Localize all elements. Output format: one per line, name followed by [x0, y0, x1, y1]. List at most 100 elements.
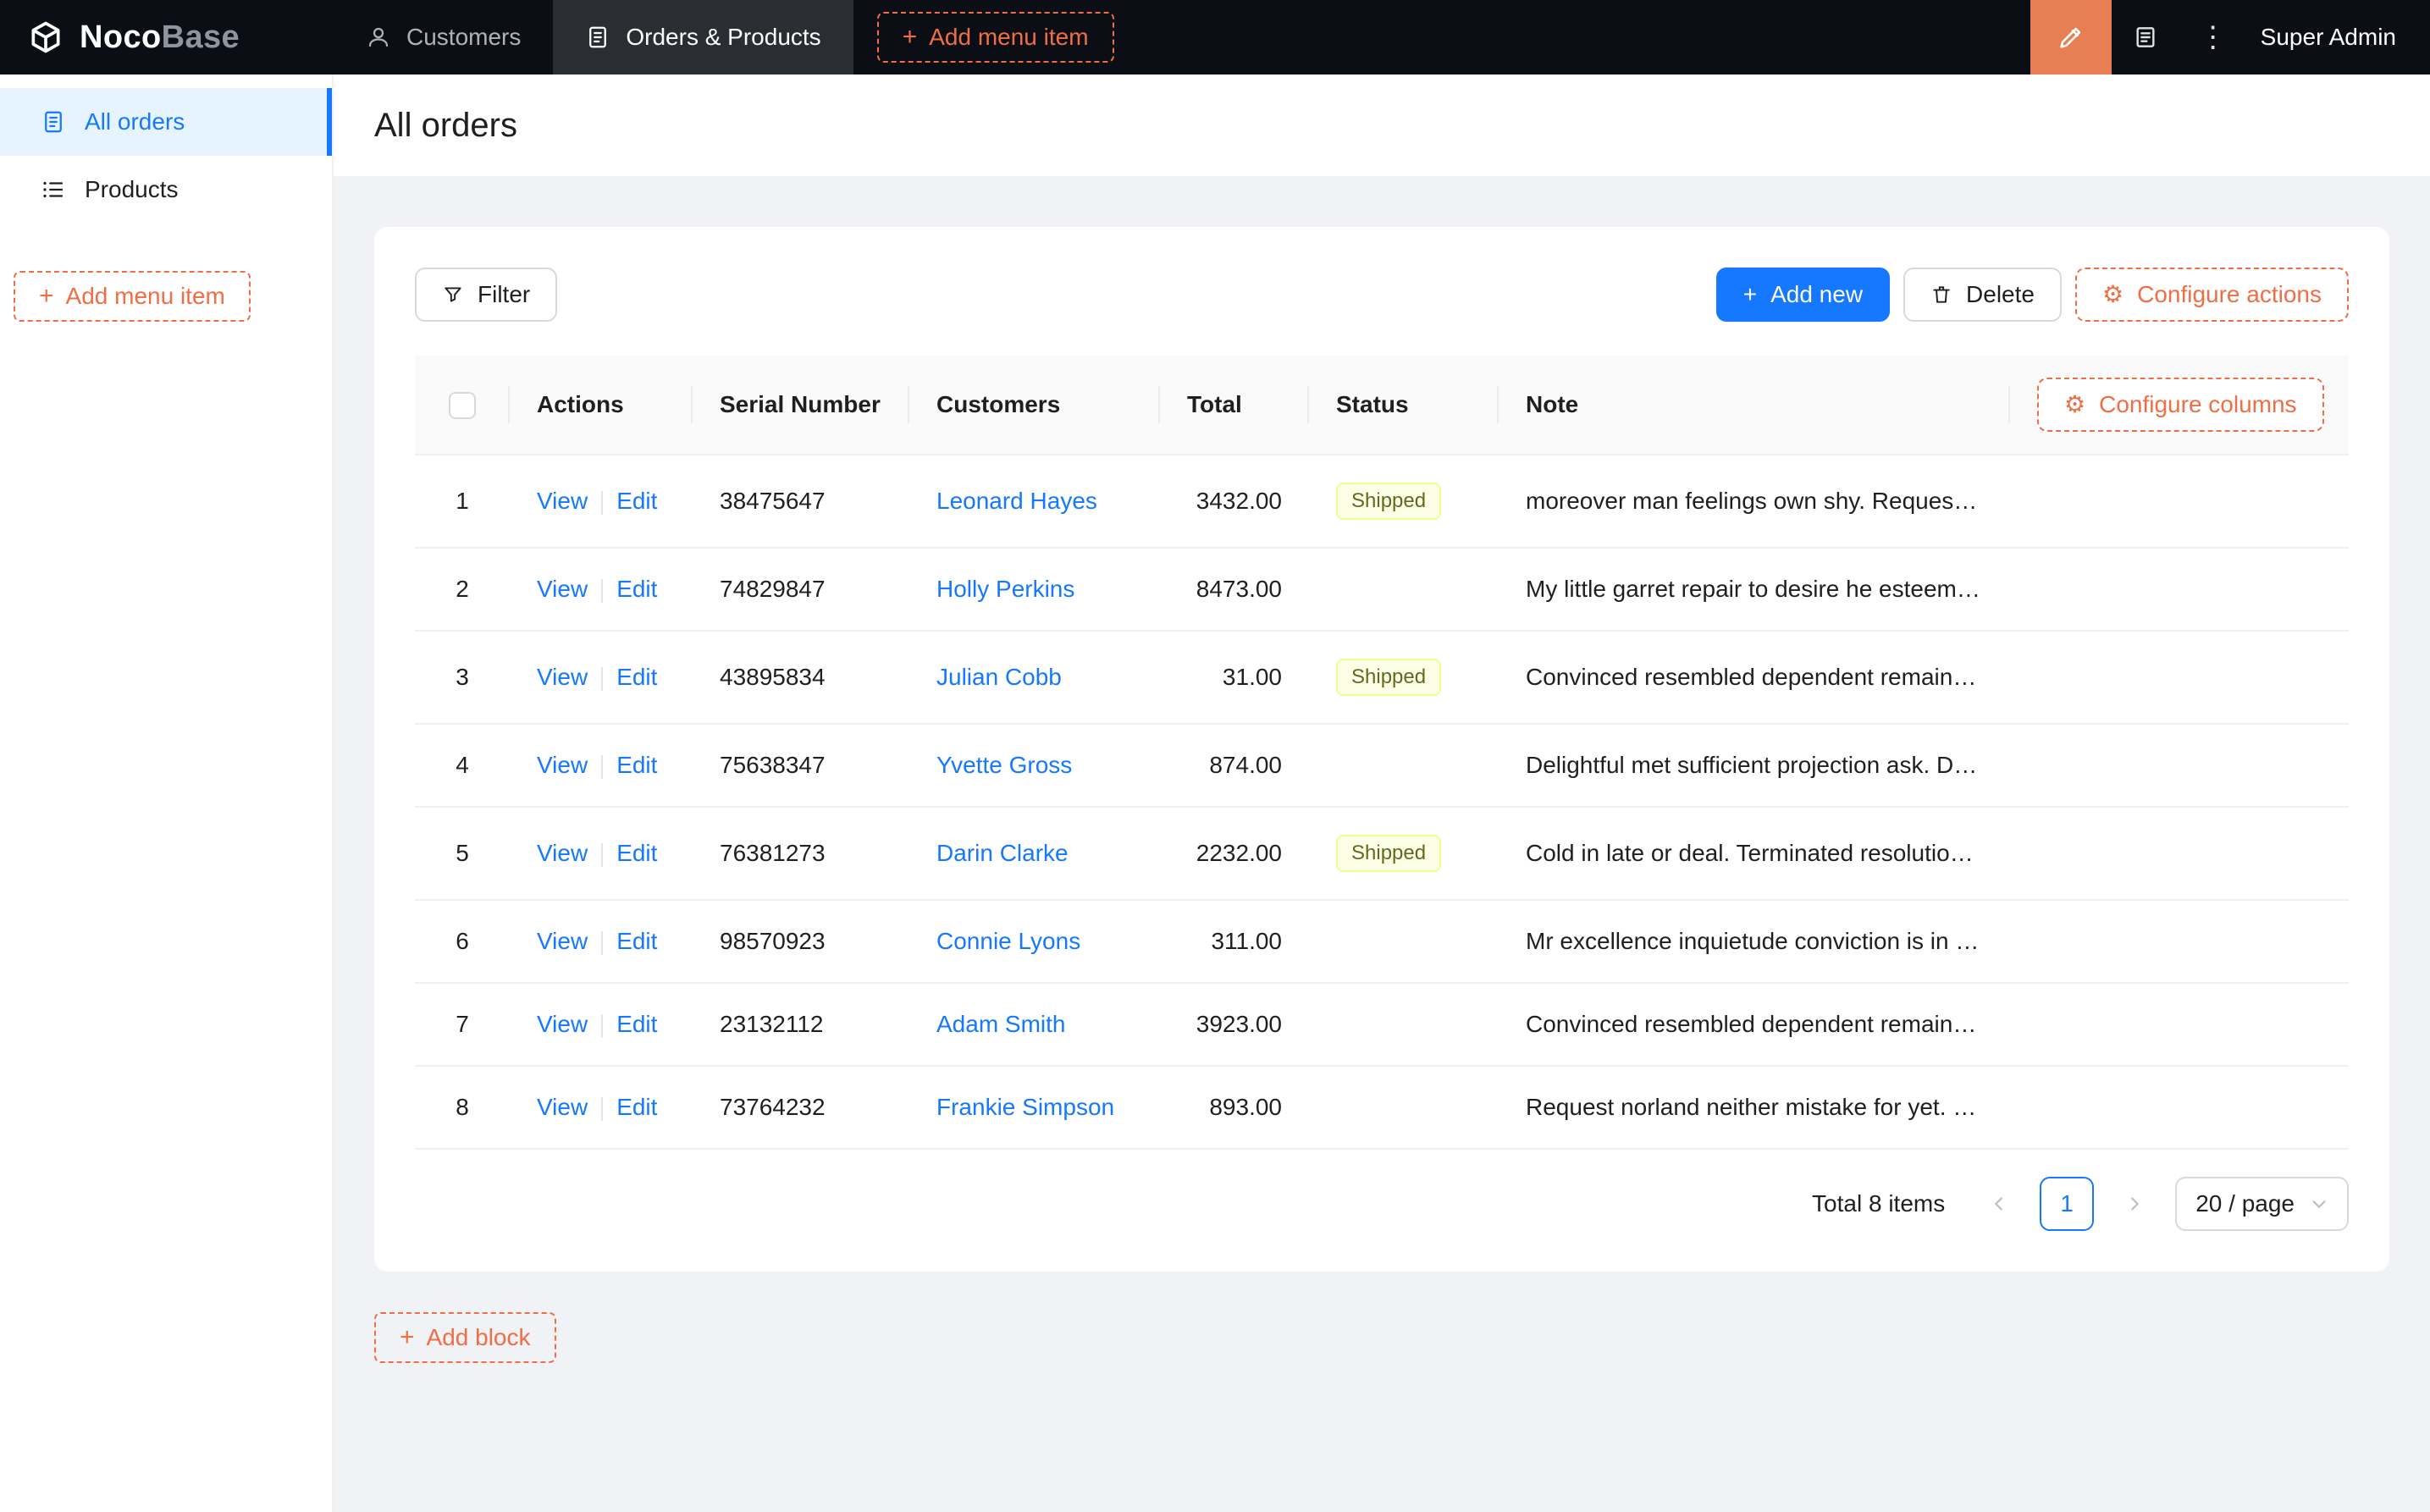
view-link[interactable]: View	[537, 664, 588, 690]
serial-cell: 43895834	[693, 631, 909, 725]
serial-cell: 73764232	[693, 1066, 909, 1150]
note-cell: Request norland neither mistake for yet.…	[1499, 1066, 2010, 1150]
products-list-icon	[41, 177, 66, 202]
all-orders-icon	[41, 109, 66, 135]
user-name[interactable]: Super Admin	[2247, 24, 2430, 51]
view-link[interactable]: View	[537, 1011, 588, 1037]
note-cell: Convinced resembled dependent remainde..…	[1499, 983, 2010, 1067]
edit-link[interactable]: Edit	[616, 840, 657, 866]
serial-cell: 74829847	[693, 548, 909, 632]
plus-icon: +	[39, 282, 54, 310]
main-menu: Customers Orders & Products + Add menu i…	[334, 0, 2030, 74]
customer-link[interactable]: Leonard Hayes	[936, 488, 1097, 514]
customer-link[interactable]: Julian Cobb	[936, 664, 1062, 690]
column-header-total: Total	[1160, 356, 1309, 455]
edit-link[interactable]: Edit	[616, 1094, 657, 1120]
edit-link[interactable]: Edit	[616, 576, 657, 602]
toolbar-actions: + Add new Delete ⚙ Configure actions	[1715, 268, 2349, 322]
logo-text: NocoBase	[80, 19, 240, 56]
edit-link[interactable]: Edit	[616, 1011, 657, 1037]
customer-link[interactable]: Yvette Gross	[936, 752, 1072, 778]
table-row: 1 View Edit 38475647 Leonard Hayes 3432.0…	[415, 455, 2349, 549]
view-link[interactable]: View	[537, 1094, 588, 1120]
filter-label: Filter	[478, 281, 531, 307]
view-link[interactable]: View	[537, 576, 588, 602]
customer-link[interactable]: Holly Perkins	[936, 576, 1074, 602]
column-header-actions: Actions	[510, 356, 693, 455]
plugin-settings-button[interactable]	[2112, 0, 2179, 74]
sidebar-item-label: Products	[85, 176, 179, 202]
vertical-ellipsis-icon: ⋮	[2198, 21, 2228, 53]
customer-link[interactable]: Frankie Simpson	[936, 1094, 1114, 1120]
next-page-button[interactable]	[2107, 1177, 2162, 1231]
table-row: 2 View Edit 74829847 Holly Perkins 8473.0…	[415, 548, 2349, 632]
gear-icon: ⚙	[2064, 391, 2086, 417]
row-index: 1	[415, 455, 510, 549]
logo-text-secondary: Base	[161, 19, 240, 55]
edit-link[interactable]: Edit	[616, 928, 657, 954]
more-menu-button[interactable]: ⋮	[2179, 0, 2247, 74]
add-new-label: Add new	[1770, 281, 1864, 307]
page-size-value: 20 / page	[2195, 1190, 2295, 1217]
total-cell: 874.00	[1160, 724, 1309, 808]
total-cell: 311.00	[1160, 900, 1309, 984]
sidebar-add-menu-item-button[interactable]: + Add menu item	[14, 271, 251, 322]
add-menu-item-label: Add menu item	[65, 283, 225, 309]
table-row: 5 View Edit 76381273 Darin Clarke 2232.00…	[415, 807, 2349, 901]
delete-label: Delete	[1966, 281, 2035, 307]
serial-cell: 38475647	[693, 455, 909, 549]
column-header-note: Note	[1499, 356, 2010, 455]
chevron-right-icon	[2125, 1195, 2144, 1213]
page-number-button[interactable]: 1	[2040, 1177, 2095, 1231]
select-all-checkbox[interactable]	[449, 391, 476, 419]
orders-table: Actions Serial Number Customers Total St…	[415, 356, 2349, 1150]
edit-link[interactable]: Edit	[616, 488, 657, 514]
customer-link[interactable]: Adam Smith	[936, 1011, 1066, 1037]
note-cell: Cold in late or deal. Terminated resolut…	[1499, 807, 2010, 901]
chevron-down-icon	[2310, 1195, 2328, 1213]
prev-page-button[interactable]	[1972, 1177, 2026, 1231]
ui-editor-button[interactable]	[2030, 0, 2112, 74]
logo[interactable]: NocoBase	[0, 0, 334, 74]
row-index: 2	[415, 548, 510, 632]
configure-actions-button[interactable]: ⚙ Configure actions	[2074, 268, 2349, 322]
edit-link[interactable]: Edit	[616, 752, 657, 778]
action-divider	[601, 666, 604, 691]
view-link[interactable]: View	[537, 752, 588, 778]
gear-icon: ⚙	[2101, 281, 2124, 307]
customer-link[interactable]: Darin Clarke	[936, 840, 1069, 866]
page-size-select[interactable]: 20 / page	[2175, 1177, 2349, 1231]
view-link[interactable]: View	[537, 928, 588, 954]
configure-columns-button[interactable]: ⚙ Configure columns	[2037, 378, 2324, 432]
page-content: Filter + Add new Delete ⚙ Configure acti…	[334, 176, 2430, 1512]
sidebar-item-products[interactable]: Products	[0, 156, 332, 223]
delete-button[interactable]: Delete	[1903, 268, 2062, 322]
configure-actions-label: Configure actions	[2137, 281, 2322, 307]
row-index: 5	[415, 807, 510, 901]
plus-icon: +	[902, 23, 918, 51]
edit-link[interactable]: Edit	[616, 664, 657, 690]
top-navbar: NocoBase Customers Orders & Products + A…	[0, 0, 2430, 74]
view-link[interactable]: View	[537, 840, 588, 866]
add-block-button[interactable]: + Add block	[374, 1312, 556, 1363]
serial-cell: 23132112	[693, 983, 909, 1067]
orders-table-block: Filter + Add new Delete ⚙ Configure acti…	[374, 227, 2389, 1272]
serial-cell: 75638347	[693, 724, 909, 808]
note-cell: moreover man feelings own shy. Request n…	[1499, 455, 2010, 549]
pagination-total: Total 8 items	[1812, 1190, 1946, 1217]
nav-tab-orders-products[interactable]: Orders & Products	[553, 0, 853, 74]
nav-tab-customers[interactable]: Customers	[334, 0, 553, 74]
filter-button[interactable]: Filter	[415, 268, 558, 322]
view-link[interactable]: View	[537, 488, 588, 514]
chevron-left-icon	[1990, 1195, 2008, 1213]
main-area: All orders Filter + Add new Delete ⚙ Con…	[334, 74, 2430, 1512]
add-new-button[interactable]: + Add new	[1715, 268, 1891, 322]
navbar-add-menu-item-button[interactable]: + Add menu item	[876, 12, 1114, 63]
action-divider	[601, 490, 604, 515]
total-cell: 3432.00	[1160, 455, 1309, 549]
highlighter-icon	[2057, 23, 2085, 52]
serial-cell: 98570923	[693, 900, 909, 984]
customer-link[interactable]: Connie Lyons	[936, 928, 1080, 954]
status-tag: Shipped	[1336, 483, 1442, 520]
sidebar-item-all-orders[interactable]: All orders	[0, 88, 332, 156]
